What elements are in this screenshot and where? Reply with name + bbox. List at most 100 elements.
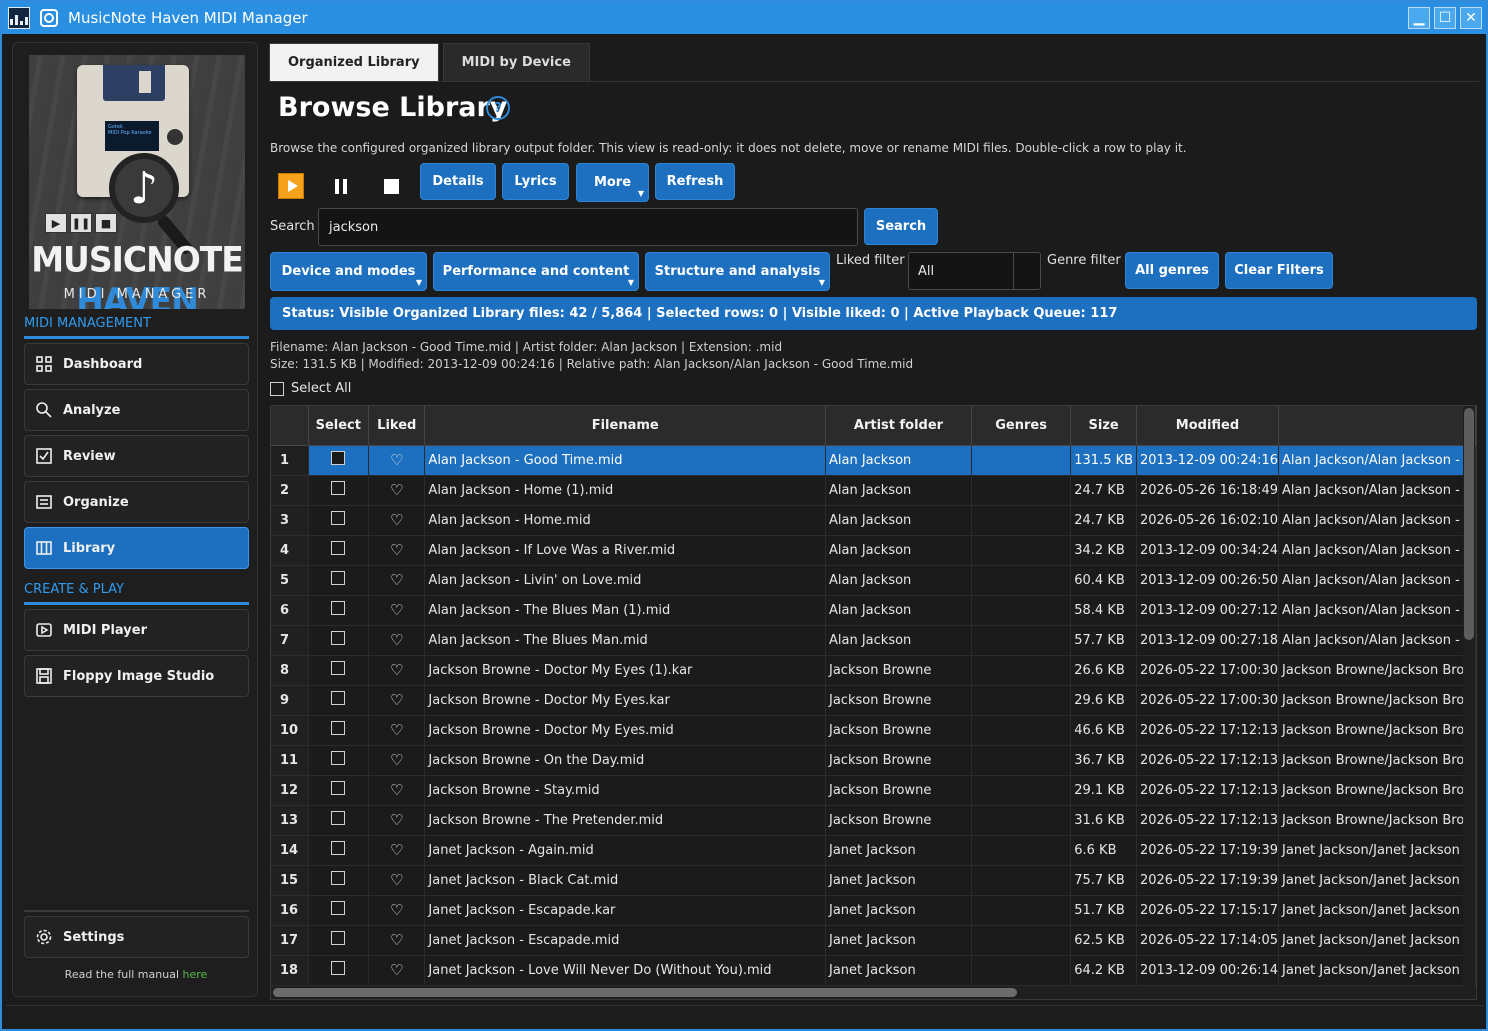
- table-row[interactable]: 4 ♡ Alan Jackson - If Love Was a River.mid…: [271, 535, 1476, 566]
- table-row[interactable]: 2 ♡ Alan Jackson - Home (1).mid Alan Jackso…: [271, 475, 1476, 506]
- checkbox-icon[interactable]: [331, 751, 346, 765]
- table-row[interactable]: 5 ♡ Alan Jackson - Livin' on Love.mid Alan …: [271, 565, 1476, 596]
- row-select-cell[interactable]: [308, 475, 370, 506]
- refresh-button[interactable]: Refresh: [655, 163, 735, 200]
- heart-icon[interactable]: ♡: [390, 781, 403, 799]
- checkbox-icon[interactable]: [331, 961, 346, 975]
- checkbox-icon[interactable]: [331, 511, 346, 525]
- checkbox-icon[interactable]: [331, 631, 346, 645]
- table-row[interactable]: 15 ♡ Janet Jackson - Black Cat.mid Janet Ja…: [271, 865, 1476, 896]
- table-row[interactable]: 3 ♡ Alan Jackson - Home.mid Alan Jackson 24.…: [271, 505, 1476, 536]
- search-input[interactable]: jackson: [318, 208, 858, 246]
- column-header-select[interactable]: Select: [308, 406, 370, 446]
- nav-settings[interactable]: Settings: [24, 916, 249, 958]
- row-liked-cell[interactable]: ♡: [368, 805, 426, 836]
- heart-icon[interactable]: ♡: [390, 961, 403, 979]
- heart-icon[interactable]: ♡: [390, 841, 403, 859]
- more-button[interactable]: More ▼: [576, 163, 649, 202]
- performance-and-content-button[interactable]: Performance and content ▼: [433, 252, 639, 291]
- checkbox-icon[interactable]: [331, 541, 346, 555]
- vertical-scrollbar[interactable]: [1463, 406, 1475, 999]
- row-select-cell[interactable]: [308, 445, 370, 476]
- row-select-cell[interactable]: [308, 865, 370, 896]
- checkbox-icon[interactable]: [331, 901, 346, 915]
- row-select-cell[interactable]: [308, 805, 370, 836]
- row-select-cell[interactable]: [308, 895, 370, 926]
- structure-and-analysis-button[interactable]: Structure and analysis ▼: [645, 252, 830, 291]
- heart-icon[interactable]: ♡: [390, 871, 403, 889]
- heart-icon[interactable]: ♡: [390, 811, 403, 829]
- row-select-cell[interactable]: [308, 685, 370, 716]
- checkbox-icon[interactable]: [331, 571, 346, 585]
- row-select-cell[interactable]: [308, 835, 370, 866]
- checkbox-icon[interactable]: [331, 691, 346, 705]
- nav-organize[interactable]: Organize: [24, 481, 249, 523]
- table-row[interactable]: 17 ♡ Janet Jackson - Escapade.mid Janet Jac…: [271, 925, 1476, 956]
- nav-analyze[interactable]: Analyze: [24, 389, 249, 431]
- row-liked-cell[interactable]: ♡: [368, 895, 426, 926]
- row-select-cell[interactable]: [308, 655, 370, 686]
- row-select-cell[interactable]: [308, 775, 370, 806]
- row-select-cell[interactable]: [308, 595, 370, 626]
- help-icon[interactable]: ?: [486, 96, 510, 120]
- row-select-cell[interactable]: [308, 925, 370, 956]
- all-genres-button[interactable]: All genres: [1125, 252, 1219, 289]
- row-liked-cell[interactable]: ♡: [368, 685, 426, 716]
- row-liked-cell[interactable]: ♡: [368, 505, 426, 536]
- row-liked-cell[interactable]: ♡: [368, 535, 426, 566]
- heart-icon[interactable]: ♡: [390, 751, 403, 769]
- maximize-button[interactable]: ☐: [1434, 7, 1456, 29]
- row-select-cell[interactable]: [308, 745, 370, 776]
- table-row[interactable]: 18 ♡ Janet Jackson - Love Will Never Do (W…: [271, 955, 1476, 986]
- checkbox-icon[interactable]: [331, 931, 346, 945]
- row-select-cell[interactable]: [308, 625, 370, 656]
- table-row[interactable]: 11 ♡ Jackson Browne - On the Day.mid Jackso…: [271, 745, 1476, 776]
- checkbox-icon[interactable]: [331, 871, 346, 885]
- checkbox-icon[interactable]: [331, 481, 346, 495]
- table-row[interactable]: 13 ♡ Jackson Browne - The Pretender.mid Jac…: [271, 805, 1476, 836]
- horizontal-scroll-thumb[interactable]: [273, 988, 1017, 997]
- heart-icon[interactable]: ♡: [390, 601, 403, 619]
- heart-icon[interactable]: ♡: [390, 451, 403, 469]
- minimize-button[interactable]: ▁: [1408, 7, 1430, 29]
- nav-review[interactable]: Review: [24, 435, 249, 477]
- close-button[interactable]: ✕: [1460, 7, 1482, 29]
- row-liked-cell[interactable]: ♡: [368, 565, 426, 596]
- column-header-modified[interactable]: Modified: [1136, 406, 1280, 446]
- row-liked-cell[interactable]: ♡: [368, 715, 426, 746]
- row-liked-cell[interactable]: ♡: [368, 475, 426, 506]
- table-row[interactable]: 6 ♡ Alan Jackson - The Blues Man (1).mid Al…: [271, 595, 1476, 626]
- select-all-checkbox[interactable]: Select All: [270, 381, 351, 396]
- checkbox-icon[interactable]: [331, 661, 346, 675]
- row-liked-cell[interactable]: ♡: [368, 865, 426, 896]
- nav-dashboard[interactable]: Dashboard: [24, 343, 249, 385]
- table-row[interactable]: 9 ♡ Jackson Browne - Doctor My Eyes.kar Jac…: [271, 685, 1476, 716]
- details-button[interactable]: Details: [420, 163, 496, 200]
- liked-filter-select[interactable]: All: [908, 252, 1041, 290]
- checkbox-icon[interactable]: [331, 781, 346, 795]
- row-liked-cell[interactable]: ♡: [368, 445, 426, 476]
- column-header-liked[interactable]: Liked: [368, 406, 426, 446]
- lyrics-button[interactable]: Lyrics: [502, 163, 569, 200]
- row-select-cell[interactable]: [308, 505, 370, 536]
- heart-icon[interactable]: ♡: [390, 901, 403, 919]
- vertical-scroll-thumb[interactable]: [1464, 408, 1474, 640]
- nav-library[interactable]: Library: [24, 527, 249, 569]
- table-row[interactable]: 14 ♡ Janet Jackson - Again.mid Janet Jackso…: [271, 835, 1476, 866]
- column-header-size[interactable]: Size: [1070, 406, 1137, 446]
- pin-icon[interactable]: [40, 9, 58, 27]
- column-header-genres[interactable]: Genres: [971, 406, 1072, 446]
- table-row[interactable]: 16 ♡ Janet Jackson - Escapade.kar Janet Jac…: [271, 895, 1476, 926]
- manual-link[interactable]: here: [183, 968, 208, 981]
- checkbox-icon[interactable]: [331, 451, 346, 465]
- play-button[interactable]: [278, 173, 304, 199]
- row-select-cell[interactable]: [308, 535, 370, 566]
- row-liked-cell[interactable]: ♡: [368, 775, 426, 806]
- heart-icon[interactable]: ♡: [390, 541, 403, 559]
- tab-organized-library[interactable]: Organized Library: [269, 43, 439, 81]
- device-and-modes-button[interactable]: Device and modes ▼: [270, 252, 427, 291]
- row-liked-cell[interactable]: ♡: [368, 655, 426, 686]
- stop-button[interactable]: [378, 173, 404, 199]
- table-row[interactable]: 10 ♡ Jackson Browne - Doctor My Eyes.mid Ja…: [271, 715, 1476, 746]
- table-row[interactable]: 12 ♡ Jackson Browne - Stay.mid Jackson Brow…: [271, 775, 1476, 806]
